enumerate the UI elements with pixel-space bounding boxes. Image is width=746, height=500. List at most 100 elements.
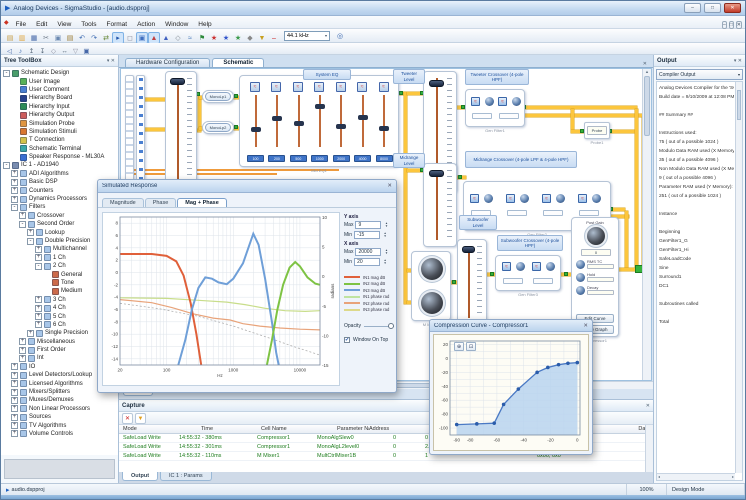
toolbar-icon[interactable]: ▲: [160, 32, 172, 44]
tree-expand-toggle[interactable]: -: [35, 263, 42, 270]
tab-phase[interactable]: Phase: [145, 198, 177, 207]
filter-value-box[interactable]: [507, 210, 527, 216]
tree-expand-toggle[interactable]: +: [11, 380, 18, 387]
tree-item[interactable]: User Image: [1, 77, 118, 85]
mono-block-1[interactable]: MonoLp1: [202, 90, 234, 103]
post-gain-knob[interactable]: [587, 227, 605, 245]
eq-value-box[interactable]: 100: [247, 155, 264, 162]
tree-expand-toggle[interactable]: +: [19, 355, 26, 362]
opacity-slider[interactable]: [364, 326, 394, 327]
tree-expand-toggle[interactable]: +: [11, 170, 18, 177]
tree-item[interactable]: + TV Algorithms: [1, 421, 118, 429]
panel-pin-close-icons[interactable]: ▾ ✕: [734, 58, 742, 64]
tree-item[interactable]: + Non Linear Processors: [1, 405, 118, 413]
capture-toolbar-icon[interactable]: ▼: [135, 413, 146, 424]
tree-item[interactable]: + Muxes/Demuxes: [1, 396, 118, 404]
close-button[interactable]: ✕: [724, 3, 741, 13]
tree-expand-toggle[interactable]: +: [35, 305, 42, 312]
tree-expand-toggle[interactable]: +: [19, 212, 26, 219]
eq-slider-handle[interactable]: [336, 124, 346, 129]
tree-expand-toggle[interactable]: -: [3, 70, 10, 77]
tree-expand-toggle[interactable]: +: [27, 330, 34, 337]
eq-band[interactable]: ≈ 200: [267, 82, 286, 162]
eq-slider-handle[interactable]: [272, 116, 282, 121]
tree-item[interactable]: Speaker Response - ML30A: [1, 153, 118, 161]
capture-toolbar-icon[interactable]: ✕: [122, 413, 133, 424]
tree-expand-toggle[interactable]: +: [19, 338, 26, 345]
filter-knob[interactable]: [592, 194, 601, 203]
tree-expand-toggle[interactable]: +: [11, 405, 18, 412]
compiler-output-text[interactable]: Analog Devices Compiler for the 'SC.Buil…: [656, 81, 743, 481]
tree-expand-toggle[interactable]: +: [11, 389, 18, 396]
scrollbar-thumb[interactable]: [644, 76, 650, 136]
toolbar-icon[interactable]: ≈: [184, 32, 196, 44]
sim-window-titlebar[interactable]: Simulated Response ✕: [98, 180, 396, 193]
filter-knob[interactable]: [484, 194, 493, 203]
slider-handle[interactable]: [429, 80, 444, 87]
y-max-input[interactable]: 9: [355, 221, 381, 229]
tree-expand-toggle[interactable]: +: [35, 246, 42, 253]
tree-item[interactable]: + ADI Algorithms: [1, 170, 118, 178]
filter-knob[interactable]: [546, 262, 555, 271]
gain-slider-block[interactable]: [165, 71, 197, 191]
toolbar-icon[interactable]: ★: [220, 32, 232, 44]
subwoofer-level-slider[interactable]: [457, 239, 487, 325]
mono-block-2[interactable]: MonoLp2: [202, 121, 234, 134]
toolbar-icon[interactable]: ◎: [334, 30, 346, 42]
subwoofer-crossover-block[interactable]: ≈ ≈: [495, 255, 561, 291]
tree-item[interactable]: - Schematic Design: [1, 69, 118, 77]
tab-magnitude[interactable]: Magnitude: [102, 198, 144, 207]
tree-expand-toggle[interactable]: +: [19, 347, 26, 354]
param-knob[interactable]: [576, 286, 585, 295]
tree-expand-toggle[interactable]: +: [11, 372, 18, 379]
spinner[interactable]: ▲▼: [382, 232, 388, 238]
toolbar-icon[interactable]: ⇄: [100, 32, 112, 44]
filter-value-box[interactable]: [543, 210, 563, 216]
column-header[interactable]: Parameter Name: [337, 426, 369, 432]
spinner[interactable]: ▲▼: [383, 222, 389, 228]
compression-curve-window[interactable]: Compression Curve - Compressor1 ✕ ⊕⊡ 200…: [429, 319, 593, 455]
tree-expand-toggle[interactable]: +: [35, 296, 42, 303]
param-knob[interactable]: [576, 273, 585, 282]
tree-expand-toggle[interactable]: +: [11, 430, 18, 437]
tab-output[interactable]: Output: [122, 472, 158, 481]
x-min-input[interactable]: 20: [354, 258, 380, 266]
tree-expand-toggle[interactable]: -: [19, 221, 26, 228]
tree-expand-toggle[interactable]: +: [11, 187, 18, 194]
x-max-input[interactable]: 20000: [355, 248, 381, 256]
slider-handle[interactable]: [170, 78, 185, 85]
mixer-block[interactable]: [411, 251, 451, 321]
tab-ic1-params[interactable]: IC 1 : Params: [160, 472, 212, 481]
output-hscrollbar[interactable]: ◂▸: [657, 473, 735, 480]
tree-expand-toggle[interactable]: +: [27, 229, 34, 236]
tree-item[interactable]: Hierarchy Output: [1, 111, 118, 119]
tree-expand-toggle[interactable]: +: [11, 179, 18, 186]
tree-expand-toggle[interactable]: +: [11, 422, 18, 429]
eq-value-box[interactable]: 500: [290, 155, 307, 162]
eq-band[interactable]: ≈ 8000: [375, 82, 394, 162]
tree-item[interactable]: Hierarchy Input: [1, 103, 118, 111]
toolbar-icon[interactable]: ▼: [256, 32, 268, 44]
tree-expand-toggle[interactable]: +: [35, 254, 42, 261]
tab-mag-phase[interactable]: Mag + Phase: [177, 198, 226, 207]
panel-close-icon[interactable]: ✕: [646, 403, 650, 409]
mixer-knob[interactable]: [421, 292, 443, 314]
eq-slider-handle[interactable]: [358, 115, 368, 120]
tree-item[interactable]: + Sources: [1, 413, 118, 421]
tree-expand-toggle[interactable]: -: [11, 204, 18, 211]
tree-item[interactable]: + Volume Controls: [1, 430, 118, 438]
slider-handle[interactable]: [462, 246, 475, 253]
filter-value-box[interactable]: [472, 113, 492, 119]
close-icon[interactable]: ✕: [583, 323, 588, 329]
toolbar-icon[interactable]: –: [268, 32, 280, 44]
input-checkbox-strip[interactable]: [125, 75, 134, 187]
tab-schematic[interactable]: Schematic: [212, 58, 264, 67]
eq-band[interactable]: ≈ 500: [289, 82, 308, 162]
column-header[interactable]: Mode: [123, 426, 201, 432]
toolbar-icon[interactable]: ◇: [172, 32, 184, 44]
scrollbar-thumb[interactable]: [737, 90, 741, 120]
filter-value-box[interactable]: [579, 210, 599, 216]
filter-value-box[interactable]: [533, 278, 553, 284]
input-block[interactable]: [136, 75, 145, 187]
param-knob[interactable]: [576, 260, 585, 269]
